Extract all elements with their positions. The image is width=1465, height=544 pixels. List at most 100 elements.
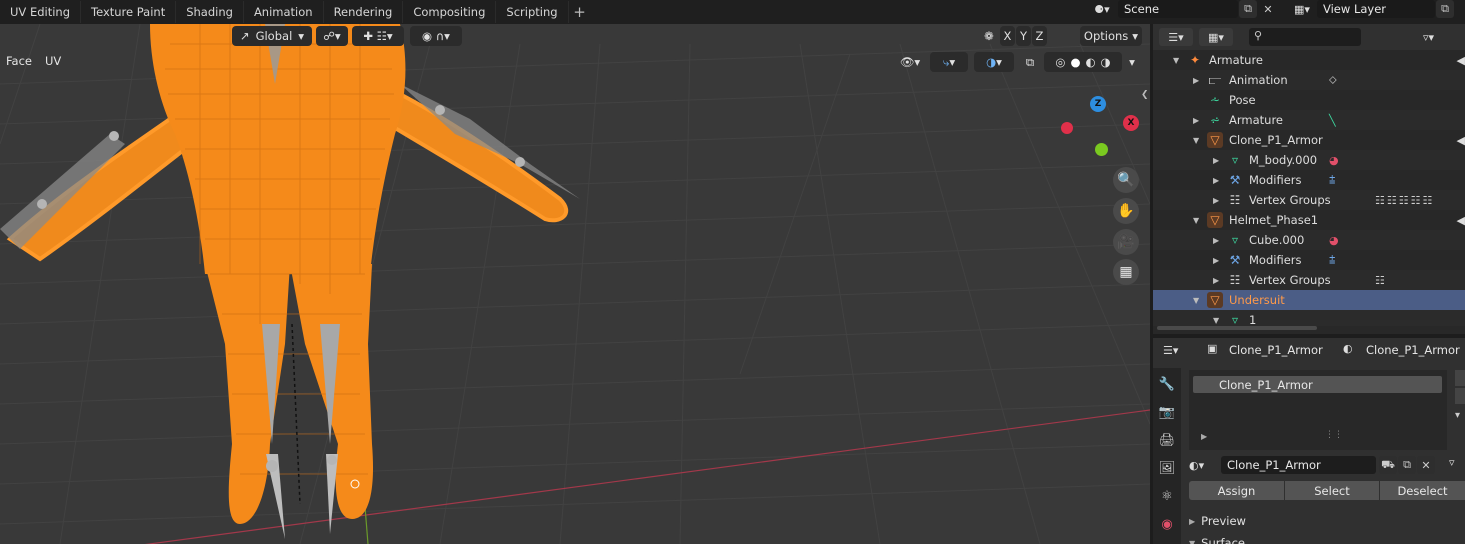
material-preview-icon[interactable]: ◕: [1329, 154, 1341, 167]
expand-triangle-icon[interactable]: ▶: [1193, 76, 1199, 85]
tool-tab-icon[interactable]: 🔧: [1157, 374, 1177, 394]
solid-shading-icon[interactable]: ●: [1070, 55, 1080, 69]
material-slot-row[interactable]: Clone_P1_Armor: [1193, 376, 1442, 393]
properties-editor-type-icon[interactable]: ☰▾: [1163, 341, 1197, 359]
expand-triangle-icon[interactable]: ▶: [1213, 156, 1219, 165]
transform-orientation-dropdown[interactable]: ↗ Global ▾: [232, 26, 312, 46]
add-slot-icon[interactable]: [1455, 370, 1465, 386]
outliner-row[interactable]: ▼ ▽ Undersuit: [1153, 290, 1465, 310]
view-layer-tab-icon[interactable]: 🖼: [1157, 458, 1177, 478]
expand-triangle-icon[interactable]: ▶: [1213, 236, 1219, 245]
outliner-row[interactable]: ⩪ Pose: [1153, 90, 1465, 110]
outliner-row[interactable]: ▶ ▿ Cube.000 ◕: [1153, 230, 1465, 250]
expand-triangle-icon[interactable]: ▶: [1193, 116, 1199, 125]
collapse-triangle-icon[interactable]: ▼: [1193, 136, 1199, 145]
bone-icon[interactable]: ╲: [1329, 114, 1338, 127]
wrench-icon[interactable]: ⚒: [1227, 172, 1243, 188]
xray-toggle-icon[interactable]: ⧉: [1020, 52, 1040, 72]
animation-icon[interactable]: ⫍: [1207, 72, 1223, 88]
collapse-triangle-icon[interactable]: ▼: [1193, 216, 1199, 225]
armature-modifier-icon[interactable]: ⩲: [1329, 173, 1337, 187]
mesh-object-icon[interactable]: ▽: [1207, 132, 1223, 148]
armature-data-icon[interactable]: ⩫: [1207, 112, 1223, 128]
new-view-layer-icon[interactable]: ⧉: [1436, 0, 1454, 18]
overlays-toggle-icon[interactable]: ◑ ▾: [974, 52, 1014, 72]
tab-rendering[interactable]: Rendering: [324, 1, 404, 23]
vertex-groups-icon[interactable]: ☷: [1227, 192, 1243, 208]
mesh-data-icon[interactable]: ▿: [1227, 152, 1243, 168]
unlink-material-icon[interactable]: ✕: [1417, 456, 1435, 474]
display-mode-icon[interactable]: ▦▾: [1199, 28, 1233, 46]
tab-shading[interactable]: Shading: [176, 1, 244, 23]
outliner-row[interactable]: ▶ ⚒ Modifiers ⩲: [1153, 250, 1465, 270]
options-dropdown[interactable]: Options ▾: [1080, 26, 1142, 46]
gizmo-z-axis[interactable]: Z: [1090, 96, 1106, 112]
armature-object-icon[interactable]: ✦: [1187, 52, 1203, 68]
face-menu[interactable]: Face: [6, 54, 32, 68]
shading-options-chevron-icon[interactable]: ▾: [1124, 52, 1140, 72]
mesh-data-icon[interactable]: ▿: [1227, 232, 1243, 248]
add-workspace-icon[interactable]: +: [569, 3, 591, 21]
outliner-row[interactable]: ▼ ▽ Helmet_Phase1 ◀: [1153, 210, 1465, 230]
mirror-z-button[interactable]: Z: [1032, 26, 1047, 46]
preview-panel-header[interactable]: ▶ Preview: [1189, 512, 1465, 530]
tab-texture-paint[interactable]: Texture Paint: [81, 1, 177, 23]
editor-type-icon[interactable]: ☰▾: [1159, 28, 1193, 46]
tab-uv-editing[interactable]: UV Editing: [0, 1, 81, 23]
mesh-object-icon[interactable]: ▽: [1207, 292, 1223, 308]
render-tab-icon[interactable]: 📷: [1157, 402, 1177, 422]
mesh-object-icon[interactable]: ▽: [1207, 212, 1223, 228]
material-name-field[interactable]: Clone_P1_Armor: [1221, 456, 1376, 474]
pose-icon[interactable]: ⩪: [1207, 92, 1223, 108]
character-mesh[interactable]: [0, 24, 580, 539]
animation-action-icon[interactable]: ⬦: [1329, 73, 1339, 87]
gizmo-x-axis[interactable]: X: [1123, 115, 1139, 131]
deselect-button[interactable]: Deselect: [1380, 481, 1465, 500]
mirror-icon[interactable]: ❁: [980, 26, 998, 46]
outliner-scrollbar[interactable]: [1157, 326, 1317, 330]
outliner-row[interactable]: ▶ ▿ M_body.000 ◕: [1153, 150, 1465, 170]
view-layer-selector-icon[interactable]: ▦▾: [1288, 0, 1316, 18]
3d-viewport[interactable]: Face UV ↗ Global ▾ ☍▾ ✚ ☷▾ ◉ ∩▾ ❁ X Y Z …: [0, 24, 1150, 544]
outliner-row[interactable]: ▶ ☷ Vertex Groups ☷☷☷☷☷: [1153, 190, 1465, 210]
uv-menu[interactable]: UV: [45, 54, 61, 68]
outliner-row[interactable]: ▶ ⚒ Modifiers ⩲: [1153, 170, 1465, 190]
perspective-toggle-icon[interactable]: ▦: [1113, 259, 1139, 285]
expand-triangle-icon[interactable]: ▶: [1213, 176, 1219, 185]
mirror-x-button[interactable]: X: [1000, 26, 1015, 46]
scene-tab-icon[interactable]: ⚛: [1157, 486, 1177, 506]
pan-hand-icon[interactable]: ✋: [1113, 198, 1139, 224]
expand-list-icon[interactable]: ▶: [1201, 432, 1207, 441]
select-button[interactable]: Select: [1285, 481, 1379, 500]
camera-view-icon[interactable]: 🎥: [1113, 229, 1139, 255]
collapse-triangle-icon[interactable]: ▼: [1173, 56, 1179, 65]
slot-specials-icon[interactable]: ▾: [1455, 410, 1465, 421]
pivot-point-icon[interactable]: ☍▾: [316, 26, 348, 46]
visibility-toggle-icon[interactable]: ◀: [1457, 134, 1465, 147]
duplicate-material-icon[interactable]: ⧉: [1398, 456, 1416, 474]
proportional-editing-icon[interactable]: ◉ ∩▾: [410, 26, 462, 46]
expand-triangle-icon[interactable]: ▶: [1213, 196, 1219, 205]
zoom-icon[interactable]: 🔍: [1113, 167, 1139, 193]
view-layer-field[interactable]: View Layer: [1317, 0, 1435, 18]
expand-triangle-icon[interactable]: ▶: [1213, 256, 1219, 265]
material-shading-icon[interactable]: ◐: [1086, 55, 1096, 69]
visibility-toggle-icon[interactable]: ◀: [1457, 214, 1465, 227]
gizmo-y-axis[interactable]: [1095, 143, 1108, 156]
assign-button[interactable]: Assign: [1189, 481, 1284, 500]
armature-modifier-icon[interactable]: ⩲: [1329, 253, 1337, 267]
fake-user-shield-icon[interactable]: ⛟: [1379, 456, 1397, 474]
browse-material-icon[interactable]: ◐▾: [1189, 456, 1219, 474]
vertex-group-list-icons[interactable]: ☷: [1375, 274, 1387, 287]
rendered-shading-icon[interactable]: ◑: [1101, 55, 1111, 69]
outliner-search-input[interactable]: ⚲: [1249, 28, 1361, 46]
tab-animation[interactable]: Animation: [244, 1, 324, 23]
filter-icon[interactable]: ▿▾: [1423, 28, 1453, 46]
expand-triangle-icon[interactable]: ▶: [1213, 276, 1219, 285]
resize-handle-icon[interactable]: ⋮⋮: [1325, 430, 1343, 440]
wrench-icon[interactable]: ⚒: [1227, 252, 1243, 268]
mirror-y-button[interactable]: Y: [1016, 26, 1031, 46]
visibility-eye-icon[interactable]: 👁▾: [895, 52, 925, 72]
world-tab-icon[interactable]: ◉: [1157, 514, 1177, 534]
material-preview-icon[interactable]: ◕: [1329, 234, 1341, 247]
